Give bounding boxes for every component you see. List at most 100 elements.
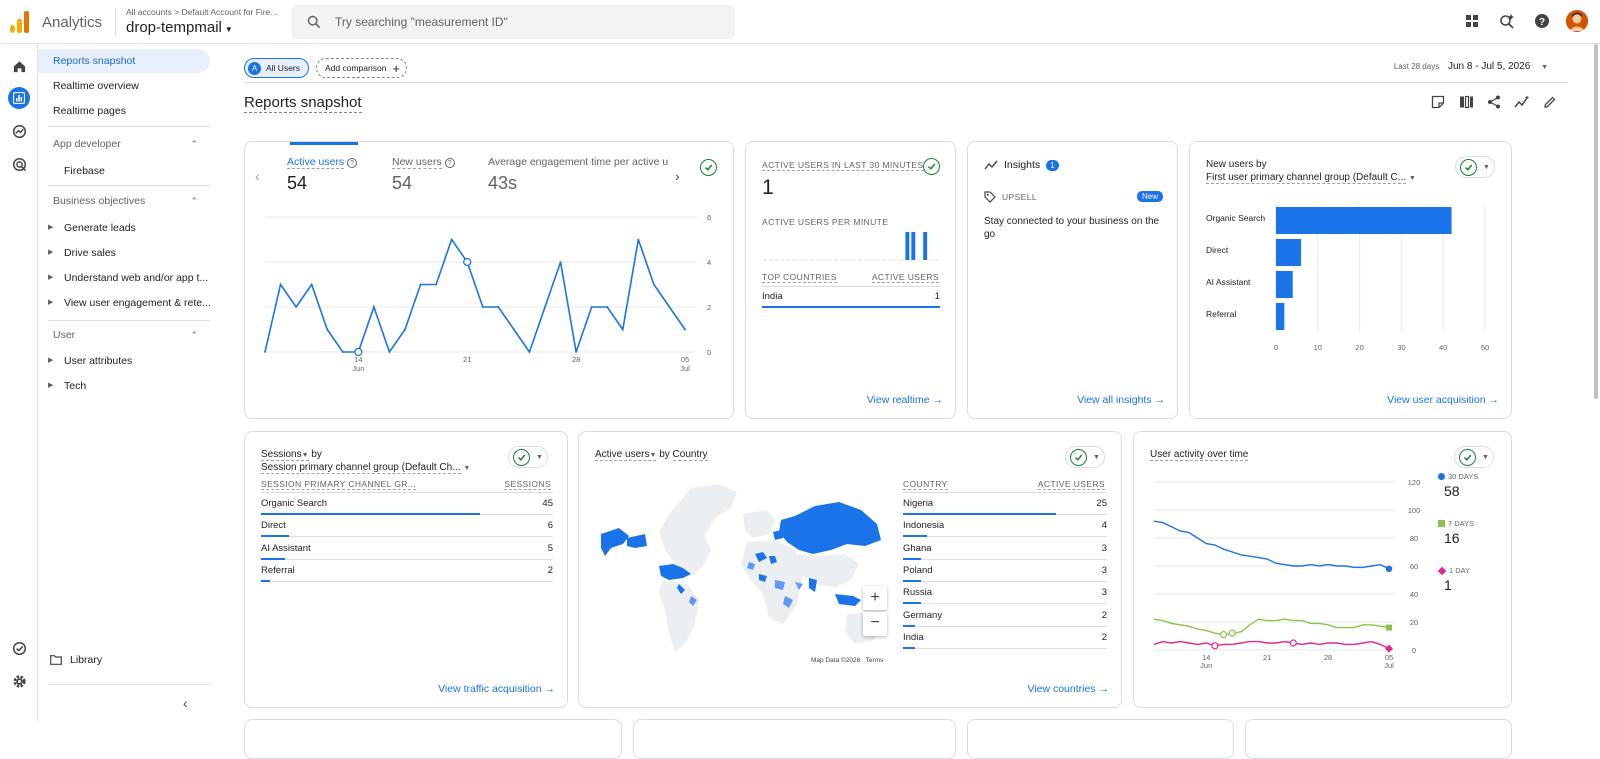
upsell-label: UPSELL <box>1002 192 1038 202</box>
data-point <box>310 283 313 286</box>
table-row[interactable]: Direct 6 <box>261 515 553 538</box>
reports-icon[interactable] <box>8 87 30 109</box>
zoom-in-icon[interactable]: + <box>863 586 887 610</box>
insight-text[interactable]: Stay connected to your business on the g… <box>984 215 1166 241</box>
user-avatar[interactable] <box>1566 10 1588 32</box>
advertising-icon[interactable] <box>8 153 30 175</box>
sidebar-item-user-attributes[interactable]: ▶ User attributes <box>38 349 210 373</box>
view-realtime-link[interactable]: View realtime → <box>867 394 943 406</box>
metric-selector[interactable]: Active users▼ <box>595 449 657 461</box>
divider <box>48 684 210 685</box>
dimension-selector[interactable]: First user primary channel group (Defaul… <box>1206 172 1416 184</box>
settings-gear-icon[interactable] <box>8 670 30 692</box>
section-business-objectives[interactable]: Business objectives ⌃ <box>38 190 210 212</box>
property-selector[interactable]: drop-tempmail ▼ <box>126 19 233 36</box>
prev-metrics-icon[interactable]: ‹ <box>255 168 260 184</box>
configure-icon[interactable] <box>8 637 30 659</box>
metric-avg-engagement[interactable]: Average engagement time per active us 43… <box>488 156 668 194</box>
explore-icon[interactable] <box>8 120 30 142</box>
check-circle-icon[interactable] <box>923 158 940 175</box>
add-comparison-button[interactable]: Add comparison + <box>316 58 408 78</box>
table-row[interactable]: AI Assistant 5 <box>261 538 553 560</box>
dimension-selector[interactable]: Country <box>672 449 708 461</box>
dimension-selector[interactable]: Session primary channel group (Default C… <box>261 462 470 474</box>
view-all-insights-link[interactable]: View all insights → <box>1077 394 1165 406</box>
metric-active-users[interactable]: Active users ? 54 <box>287 156 358 194</box>
card-options-pill[interactable]: ▼ <box>1454 446 1494 468</box>
zoom-out-icon[interactable]: − <box>863 612 887 636</box>
account-breadcrumb[interactable]: All accounts > Default Account for Fire.… <box>126 7 277 17</box>
sidebar-item-understand-traffic[interactable]: ▶ Understand web and/or app t... <box>38 266 210 290</box>
metric-new-users[interactable]: New users ? 54 <box>392 156 455 194</box>
table-row[interactable]: Russia 3 <box>903 582 1107 605</box>
sidebar-item-reports-snapshot[interactable]: Reports snapshot <box>38 49 210 73</box>
search-insights-icon[interactable] <box>1496 10 1518 32</box>
share-icon[interactable] <box>1486 94 1502 110</box>
sidebar-item-label: Generate leads <box>64 222 136 234</box>
table-row[interactable]: Germany 2 <box>903 605 1107 627</box>
divider <box>48 320 210 321</box>
search-bar[interactable]: Try searching "measurement ID" <box>291 5 735 39</box>
collapse-sidebar-icon[interactable]: ‹ <box>183 695 188 711</box>
compare-columns-icon[interactable] <box>1458 94 1474 110</box>
table-row[interactable]: Organic Search 45 <box>261 493 553 515</box>
selected-metric-indicator <box>290 142 358 145</box>
table-row[interactable]: India 1 <box>762 286 940 308</box>
x-tick-label: 21 <box>463 355 471 364</box>
next-metrics-icon[interactable]: › <box>675 168 680 184</box>
all-users-chip[interactable]: A All Users <box>244 58 310 78</box>
table-row[interactable]: Nigeria 25 <box>903 493 1107 515</box>
next-row-card <box>633 719 956 759</box>
row-label: India <box>762 291 783 302</box>
sidebar-item-user-engagement[interactable]: ▶ View user engagement & rete... <box>38 291 210 315</box>
date-range-picker[interactable]: Last 28 days Jun 8 - Jul 5, 2026 ▼ <box>1394 61 1548 72</box>
sidebar-item-realtime-overview[interactable]: Realtime overview <box>38 74 210 98</box>
insights-trend-icon[interactable] <box>1514 94 1530 110</box>
map-terms-link[interactable]: Terms <box>866 657 884 664</box>
sidebar-item-generate-leads[interactable]: ▶ Generate leads <box>38 216 210 240</box>
table-row[interactable]: India 2 <box>903 627 1107 649</box>
sidebar-item-drive-sales[interactable]: ▶ Drive sales <box>38 241 210 265</box>
view-countries-link[interactable]: View countries → <box>1027 683 1109 695</box>
row-label: Poland <box>903 564 933 576</box>
apps-grid-icon[interactable] <box>1461 10 1483 32</box>
home-icon[interactable] <box>8 55 30 77</box>
table-row[interactable]: Ghana 3 <box>903 538 1107 560</box>
x-tick-label: 05 <box>681 355 689 364</box>
row-share-bar <box>762 306 940 308</box>
caret-down-icon: ▼ <box>1541 64 1548 71</box>
card-options-pill[interactable]: ▼ <box>1065 446 1105 468</box>
series-end-marker <box>1385 644 1393 653</box>
card-title: User activity over time <box>1150 449 1249 461</box>
help-circle-icon: ? <box>347 158 358 168</box>
page-scrollbar[interactable] <box>1594 44 1598 399</box>
view-user-acquisition-link[interactable]: View user acquisition → <box>1387 394 1499 406</box>
card-options-pill[interactable]: ▼ <box>1455 156 1495 178</box>
sidebar-item-tech[interactable]: ▶ Tech <box>38 374 210 398</box>
x-tick-label: 20 <box>1355 343 1363 352</box>
table-row[interactable]: Poland 3 <box>903 560 1107 582</box>
analytics-logo-icon[interactable] <box>10 11 30 33</box>
legend-marker <box>1437 566 1447 575</box>
section-user[interactable]: User ⌃ <box>38 324 210 346</box>
y-tick-label: 4 <box>707 258 711 267</box>
y-tick-label: 120 <box>1408 478 1421 487</box>
series-end-marker <box>1385 565 1393 572</box>
edit-pencil-icon[interactable] <box>1542 94 1558 110</box>
sidebar-item-library[interactable]: Library <box>38 648 210 672</box>
metric-value: 43s <box>488 173 518 193</box>
table-row[interactable]: Indonesia 4 <box>903 515 1107 538</box>
view-traffic-acquisition-link[interactable]: View traffic acquisition → <box>438 683 555 695</box>
help-icon[interactable]: ? <box>1531 10 1553 32</box>
customize-report-icon[interactable] <box>1430 94 1446 110</box>
x-tick-label: 21 <box>1263 653 1271 662</box>
sidebar-item-label: Understand web and/or app t... <box>64 272 209 284</box>
card-options-pill[interactable]: ▼ <box>508 446 548 468</box>
sidebar-item-realtime-pages[interactable]: Realtime pages <box>38 99 210 123</box>
table-row[interactable]: Referral 2 <box>261 560 553 582</box>
check-circle-icon[interactable] <box>700 159 717 176</box>
metric-selector[interactable]: Sessions▼ <box>261 449 309 461</box>
sidebar-item-firebase[interactable]: Firebase <box>38 159 210 183</box>
data-point <box>575 351 578 353</box>
section-app-developer[interactable]: App developer ⌃ <box>38 133 210 155</box>
